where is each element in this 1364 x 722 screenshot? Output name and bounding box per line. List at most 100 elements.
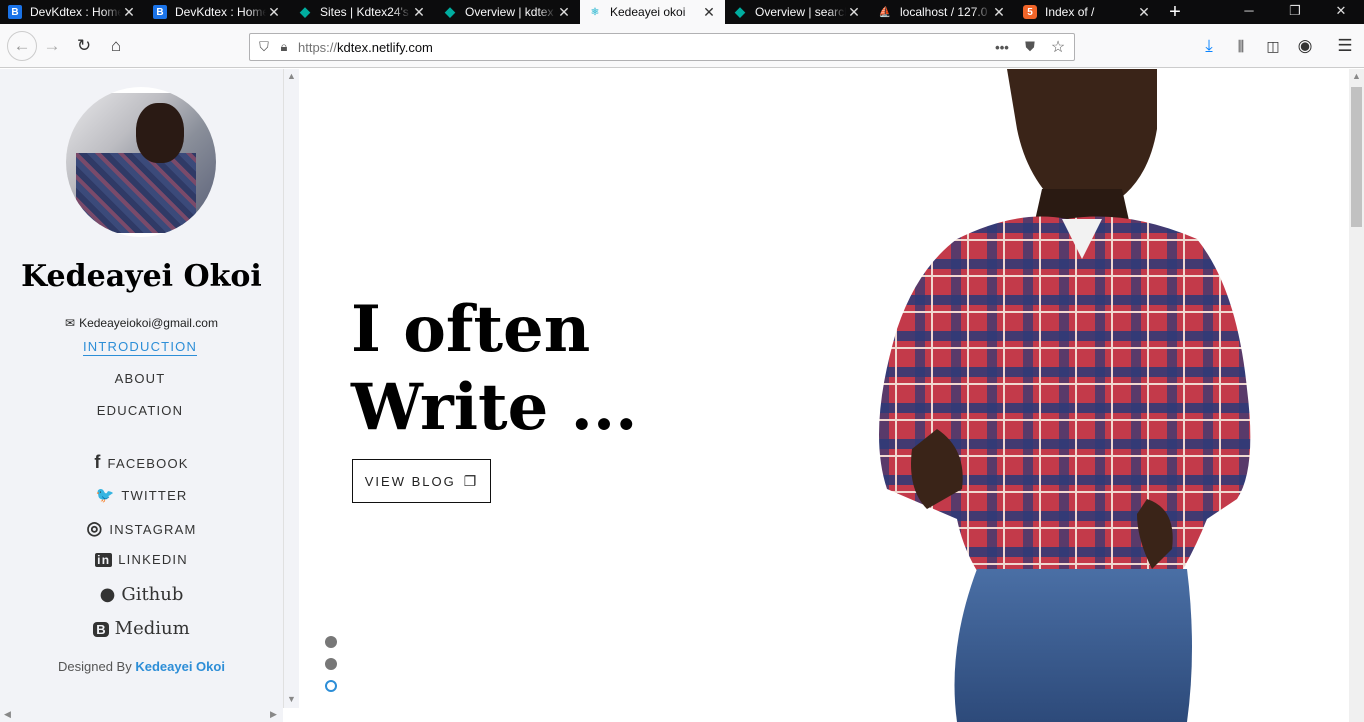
close-tab-icon[interactable]: ✕ (846, 4, 862, 21)
library-icon[interactable]: ⫼ (1229, 34, 1253, 58)
menu-icon[interactable]: ☰ (1333, 34, 1357, 58)
facebook-icon: f (94, 452, 102, 472)
nav-label: ABOUT (114, 371, 166, 386)
social-label: FACEBOOK (107, 456, 189, 471)
social-facebook[interactable]: f FACEBOOK (0, 452, 283, 473)
social-instagram[interactable]: ◎ INSTAGRAM (0, 518, 283, 539)
tab-title: Kedeayei okoi (610, 5, 686, 19)
email-row: ✉ Kedeayeiokoi@gmail.com (0, 316, 283, 330)
button-label: VIEW BLOG (364, 473, 456, 489)
headline-line: Write ... (351, 370, 638, 445)
blogger-icon: B (93, 622, 109, 637)
browser-tab[interactable]: B DevKdtex : Home ✕ (145, 0, 290, 24)
slide-dot[interactable] (325, 636, 337, 648)
nav-education[interactable]: EDUCATION (0, 403, 280, 418)
tab-title: Sites | Kdtex24's (320, 5, 409, 19)
slide-dot-active[interactable] (325, 680, 337, 692)
scroll-down-icon[interactable]: ▼ (287, 694, 296, 704)
social-label: TWITTER (121, 488, 188, 503)
downloads-icon[interactable]: ⤓ (1197, 34, 1221, 58)
close-tab-icon[interactable]: ✕ (991, 4, 1007, 21)
tab-title: DevKdtex : Home (30, 5, 121, 19)
restore-icon[interactable]: ❐ (1272, 0, 1318, 24)
social-label: INSTAGRAM (109, 522, 197, 537)
social-medium[interactable]: B Medium (0, 618, 283, 639)
close-tab-icon[interactable]: ✕ (556, 4, 572, 21)
browser-tab[interactable]: ⛵ localhost / 127.0 ✕ (870, 0, 1015, 24)
scroll-up-icon[interactable]: ▲ (287, 71, 296, 81)
social-linkedin[interactable]: in LINKEDIN (0, 552, 283, 567)
tab-title: Overview | kdtex (465, 5, 554, 19)
instagram-icon: ◎ (86, 518, 104, 538)
close-tab-icon[interactable]: ✕ (266, 4, 282, 21)
tab-bar: B DevKdtex : Home ✕ B DevKdtex : Home ✕ ◆ Sit… (0, 0, 1364, 24)
sidebar-toggle-icon[interactable]: ◫ (1261, 34, 1285, 58)
minimize-icon[interactable]: ─ (1226, 0, 1272, 24)
envelope-icon: ✉ (65, 316, 76, 330)
back-icon[interactable]: ← (7, 31, 37, 61)
forward-icon[interactable]: → (40, 34, 64, 58)
nav-label: INTRODUCTION (82, 339, 198, 356)
browser-tab[interactable]: 5 Index of / ✕ (1015, 0, 1160, 24)
email-text: Kedeayeiokoi@gmail.com (79, 316, 218, 330)
social-github[interactable]: ● Github (0, 584, 283, 605)
social-twitter[interactable]: 🐦 TWITTER (0, 486, 283, 504)
social-label: Github (121, 584, 184, 605)
home-icon[interactable]: ⌂ (104, 34, 128, 58)
nav-about[interactable]: ABOUT (0, 371, 280, 386)
lock-icon[interactable]: 🔒︎ (274, 39, 294, 55)
bookmark-star-icon[interactable]: ☆ (1048, 37, 1068, 57)
sidebar-horizontal-scrollbar[interactable]: ◀ ▶ (0, 708, 283, 722)
credit-link[interactable]: Kedeayei Okoi (135, 659, 225, 674)
headline-line: I often (351, 292, 591, 367)
view-blog-button[interactable]: VIEW BLOG ❐ (352, 459, 491, 503)
slide-dot[interactable] (325, 658, 337, 670)
close-tab-icon[interactable]: ✕ (701, 4, 717, 21)
url-text[interactable]: https://kdtex.netlify.com (298, 40, 433, 55)
browser-tab-active[interactable]: ⚛ Kedeayei okoi ✕ (580, 0, 725, 24)
address-bar[interactable]: ⛉ 🔒︎ https://kdtex.netlify.com ••• ⛊ ☆ (249, 33, 1075, 61)
close-tab-icon[interactable]: ✕ (121, 4, 137, 21)
react-favicon-icon: ⚛ (590, 6, 600, 18)
credit-prefix: Designed By (58, 659, 132, 674)
blogger-favicon-icon: B (8, 5, 22, 19)
profile-name: Kedeayei Okoi (21, 259, 262, 294)
netlify-favicon-icon: ◆ (735, 4, 745, 19)
tab-title: localhost / 127.0 (900, 5, 988, 19)
avatar (66, 87, 216, 237)
browser-tab[interactable]: ◆ Overview | search ✕ (725, 0, 870, 24)
close-tab-icon[interactable]: ✕ (1136, 4, 1152, 21)
reload-icon[interactable]: ↻ (72, 34, 96, 58)
shield-icon[interactable]: ⛉ (254, 39, 274, 55)
url-protocol: https:// (298, 39, 338, 55)
browser-tab[interactable]: B DevKdtex : Home ✕ (0, 0, 145, 24)
browser-tab[interactable]: ◆ Overview | kdtex ✕ (435, 0, 580, 24)
tab-title: Overview | search (755, 5, 846, 19)
profile-sidebar: Kedeayei Okoi ✉ Kedeayeiokoi@gmail.com IN… (0, 69, 283, 722)
scroll-right-icon[interactable]: ▶ (270, 709, 277, 720)
account-icon[interactable]: ◉ (1293, 34, 1317, 58)
designer-credit: Designed By Kedeayei Okoi (0, 659, 283, 674)
browser-tab[interactable]: ◆ Sites | Kdtex24's ✕ (290, 0, 435, 24)
scrollbar-thumb[interactable] (1351, 87, 1362, 227)
new-tab-icon[interactable]: + (1160, 0, 1190, 24)
blogger-favicon-icon: B (153, 5, 167, 19)
github-icon: ● (99, 584, 116, 605)
pocket-icon[interactable]: ⛊ (1020, 39, 1040, 55)
hero-section: I often Write ... VIEW BLOG ❐ (299, 69, 1349, 722)
scroll-up-icon[interactable]: ▲ (1352, 71, 1361, 81)
page-actions-icon[interactable]: ••• (992, 40, 1012, 55)
sidebar-scrollbar[interactable]: ▲ ▼ (283, 69, 299, 708)
external-window-icon: ❐ (463, 472, 479, 489)
hero-portrait (879, 69, 1251, 722)
netlify-favicon-icon: ◆ (445, 4, 455, 19)
close-tab-icon[interactable]: ✕ (411, 4, 427, 21)
page-scrollbar[interactable]: ▲ (1349, 69, 1364, 722)
scroll-left-icon[interactable]: ◀ (4, 709, 11, 720)
close-window-icon[interactable]: ✕ (1318, 0, 1364, 24)
nav-introduction[interactable]: INTRODUCTION (0, 339, 280, 356)
nav-label: EDUCATION (96, 403, 184, 418)
twitter-icon: 🐦 (95, 487, 116, 504)
window-controls: ─ ❐ ✕ (1226, 0, 1364, 24)
linkedin-icon: in (95, 553, 113, 567)
